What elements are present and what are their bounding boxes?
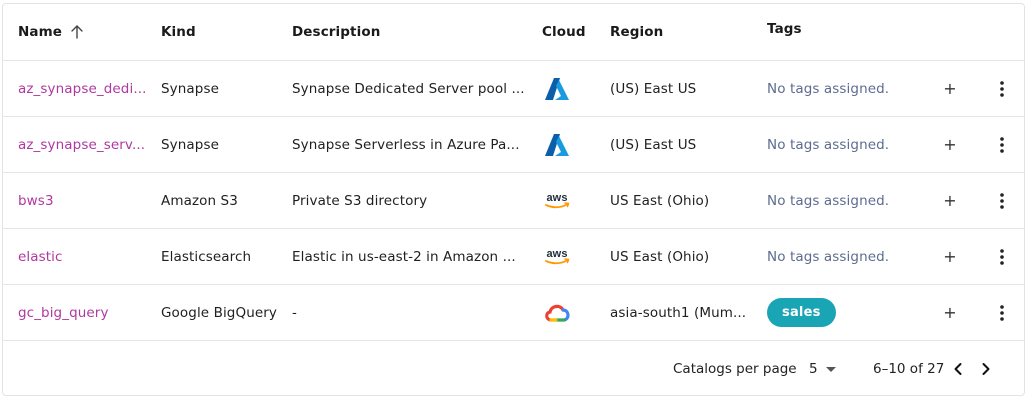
column-header-cloud[interactable]: Cloud (542, 4, 592, 60)
catalog-description: Elastic in us-east-2 in Amazon ... (292, 248, 516, 265)
chevron-right-icon (982, 363, 990, 375)
rows-per-page-value: 5 (809, 361, 818, 377)
add-tag-button[interactable]: + (943, 192, 957, 209)
column-header-description[interactable]: Description (292, 4, 527, 60)
column-header-tags-label: Tags (767, 21, 802, 37)
rows-per-page-select[interactable]: 5 (809, 341, 836, 395)
catalog-name-link[interactable]: az_synapse_serv... (18, 137, 145, 153)
column-header-region[interactable]: Region (610, 4, 750, 60)
more-options-icon[interactable] (1000, 192, 1004, 209)
svg-text:aws: aws (546, 248, 567, 260)
table-row[interactable]: elastic Elasticsearch Elastic in us-east… (3, 229, 1024, 285)
column-header-name[interactable]: Name (18, 4, 148, 60)
tag-pill[interactable]: sales (767, 298, 836, 327)
more-options-icon[interactable] (1000, 80, 1004, 97)
catalog-name-link[interactable]: az_synapse_dedi... (18, 81, 147, 97)
catalog-kind: Synapse (161, 80, 219, 97)
previous-page-button[interactable] (952, 341, 964, 395)
catalog-description: Synapse Serverless in Azure Pa... (292, 136, 520, 153)
table-row[interactable]: az_synapse_serv... Synapse Synapse Serve… (3, 117, 1024, 173)
catalog-kind: Elasticsearch (161, 248, 252, 265)
catalog-name-link[interactable]: elastic (18, 249, 63, 265)
no-tags-text: No tags assigned. (767, 192, 890, 209)
catalog-description: Private S3 directory (292, 192, 428, 209)
no-tags-text: No tags assigned. (767, 80, 890, 97)
svg-text:aws: aws (546, 192, 567, 204)
column-header-description-label: Description (292, 24, 381, 40)
more-options-icon[interactable] (1000, 248, 1004, 265)
caret-down-icon (825, 366, 836, 372)
pagination-bar: Catalogs per page 5 6–10 of 27 (3, 341, 1024, 395)
pagination-range: 6–10 of 27 (873, 361, 945, 377)
catalog-name-link[interactable]: gc_big_query (18, 305, 109, 321)
catalog-description: Synapse Dedicated Server pool ... (292, 80, 525, 97)
catalog-region: US East (Ohio) (610, 192, 710, 209)
column-header-kind-label: Kind (161, 24, 196, 40)
add-tag-button[interactable]: + (943, 304, 957, 321)
catalog-region: asia-south1 (Mum... (610, 304, 747, 321)
catalog-region: (US) East US (610, 80, 697, 97)
more-options-icon[interactable] (1000, 304, 1004, 321)
add-tag-button[interactable]: + (943, 136, 957, 153)
catalogs-table: Name Kind Description Cloud Region Tags … (2, 3, 1025, 396)
column-header-kind[interactable]: Kind (161, 4, 276, 60)
rows-per-page-label: Catalogs per page (673, 361, 797, 377)
catalog-kind: Synapse (161, 136, 219, 153)
more-options-icon[interactable] (1000, 136, 1004, 153)
next-page-button[interactable] (980, 341, 992, 395)
sort-ascending-icon[interactable] (71, 25, 83, 39)
azure-icon (542, 77, 572, 100)
column-header-tags: Tags (767, 4, 917, 57)
aws-icon: aws (542, 247, 572, 267)
table-row[interactable]: az_synapse_dedi... Synapse Synapse Dedic… (3, 61, 1024, 117)
aws-icon: aws (542, 191, 572, 211)
table-header-row: Name Kind Description Cloud Region Tags (3, 4, 1024, 61)
catalog-region: (US) East US (610, 136, 697, 153)
catalog-region: US East (Ohio) (610, 248, 710, 265)
catalog-kind: Amazon S3 (161, 192, 238, 209)
no-tags-text: No tags assigned. (767, 248, 890, 265)
column-header-region-label: Region (610, 24, 664, 40)
chevron-left-icon (954, 363, 962, 375)
add-tag-button[interactable]: + (943, 248, 957, 265)
table-row[interactable]: gc_big_query Google BigQuery - asia-sout… (3, 285, 1024, 341)
catalog-name-link[interactable]: bws3 (18, 193, 54, 209)
azure-icon (542, 133, 572, 156)
no-tags-text: No tags assigned. (767, 136, 890, 153)
catalog-kind: Google BigQuery (161, 304, 278, 321)
add-tag-button[interactable]: + (943, 80, 957, 97)
catalog-description: - (292, 304, 297, 321)
column-header-cloud-label: Cloud (542, 24, 586, 40)
column-header-name-label: Name (18, 24, 63, 40)
google-cloud-icon (542, 302, 572, 324)
table-row[interactable]: bws3 Amazon S3 Private S3 directory aws … (3, 173, 1024, 229)
